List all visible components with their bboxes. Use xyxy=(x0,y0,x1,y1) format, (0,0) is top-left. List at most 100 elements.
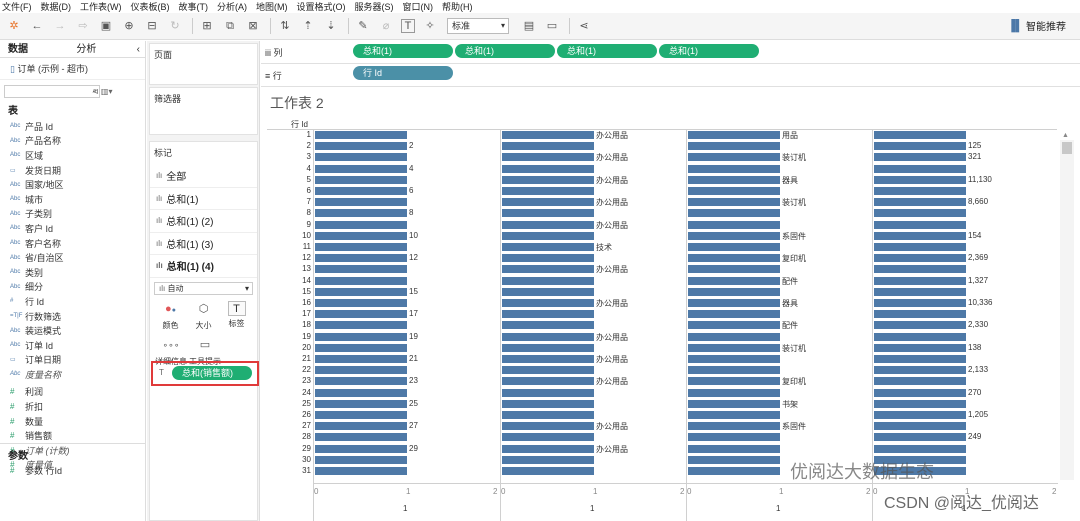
bar-mark[interactable] xyxy=(502,175,594,184)
bar-mark[interactable] xyxy=(315,164,407,173)
dimension-item[interactable]: Abc 客户 Id xyxy=(0,221,145,236)
bar-mark[interactable] xyxy=(688,187,780,195)
bar-mark[interactable] xyxy=(502,377,594,386)
bar-mark[interactable] xyxy=(874,332,966,341)
bar-mark[interactable] xyxy=(502,287,594,296)
menu-item[interactable]: 帮助(H) xyxy=(442,0,473,13)
bar-mark[interactable] xyxy=(315,131,407,139)
bar-mark[interactable] xyxy=(688,243,780,251)
bar-mark[interactable] xyxy=(315,187,407,195)
bar-mark[interactable] xyxy=(688,287,780,296)
dimension-item[interactable]: Abc 国家/地区 xyxy=(0,177,145,192)
fit-select[interactable]: 标准 xyxy=(447,18,509,34)
marks-layer-tab[interactable]: ılı 总和(1) xyxy=(150,188,257,210)
bar-mark[interactable] xyxy=(502,467,594,475)
bar-mark[interactable] xyxy=(502,220,594,229)
bar-mark[interactable] xyxy=(315,220,407,229)
bar-mark[interactable] xyxy=(502,299,594,307)
bar-mark[interactable] xyxy=(688,220,780,229)
highlight-icon[interactable]: ✎ xyxy=(355,18,371,34)
bar-mark[interactable] xyxy=(502,265,594,274)
bar-mark[interactable] xyxy=(315,366,407,375)
bar-mark[interactable] xyxy=(874,343,966,352)
measure-item[interactable]: # 利润 xyxy=(0,385,145,400)
dimension-item[interactable]: Abc 产品名称 xyxy=(0,134,145,149)
mark-pill[interactable]: 总和(销售额) xyxy=(172,366,252,380)
presentation-icon[interactable]: ▭ xyxy=(544,18,560,34)
vertical-scrollbar[interactable] xyxy=(1060,140,1074,480)
share-icon[interactable]: ⋖ xyxy=(576,18,592,34)
bar-mark[interactable] xyxy=(315,175,407,184)
bar-mark[interactable] xyxy=(502,422,594,431)
bar-mark[interactable] xyxy=(502,355,594,363)
bar-mark[interactable] xyxy=(874,276,966,285)
bar-mark[interactable] xyxy=(688,299,780,307)
bar-mark[interactable] xyxy=(874,299,966,307)
column-pill[interactable]: 总和(1) xyxy=(659,44,759,58)
measure-item[interactable]: # 销售额 xyxy=(0,428,145,443)
bar-mark[interactable] xyxy=(688,444,780,453)
bar-mark[interactable] xyxy=(874,131,966,139)
bar-mark[interactable] xyxy=(688,276,780,285)
filters-card[interactable]: 筛选器 xyxy=(149,87,258,135)
bar-mark[interactable] xyxy=(502,209,594,218)
bar-mark[interactable] xyxy=(874,411,966,419)
bar-mark[interactable] xyxy=(315,198,407,207)
mark-type-select[interactable]: ılı 自动 xyxy=(154,281,253,295)
bar-mark[interactable] xyxy=(315,422,407,431)
bar-mark[interactable] xyxy=(502,164,594,173)
bar-mark[interactable] xyxy=(874,254,966,263)
bar-mark[interactable] xyxy=(874,209,966,218)
bar-mark[interactable] xyxy=(688,153,780,162)
dimension-item[interactable]: Abc 细分 xyxy=(0,280,145,295)
bar-mark[interactable] xyxy=(874,377,966,386)
tab-data[interactable]: 数据 xyxy=(0,41,68,57)
bar-mark[interactable] xyxy=(315,433,407,442)
menu-item[interactable]: 数据(D) xyxy=(41,0,72,13)
bar-mark[interactable] xyxy=(874,355,966,363)
size-button[interactable]: ⬡ 大小 xyxy=(187,301,220,331)
bar-mark[interactable] xyxy=(874,198,966,207)
dimension-item[interactable]: # 行 Id xyxy=(0,294,145,309)
marks-layer-tab[interactable]: ılı 总和(1) (2) xyxy=(150,210,257,233)
menu-item[interactable]: 分析(A) xyxy=(217,0,247,13)
bar-mark[interactable] xyxy=(874,444,966,453)
bar-mark[interactable] xyxy=(874,399,966,408)
bar-mark[interactable] xyxy=(315,254,407,263)
bar-mark[interactable] xyxy=(502,444,594,453)
bar-mark[interactable] xyxy=(874,220,966,229)
swap-icon[interactable]: ⇅ xyxy=(277,18,293,34)
dimension-item[interactable]: Abc 装运模式 xyxy=(0,323,145,338)
bar-mark[interactable] xyxy=(874,153,966,162)
bar-mark[interactable] xyxy=(688,231,780,240)
sort-desc-icon[interactable]: ⇣ xyxy=(323,18,339,34)
search-input[interactable]: ⌕ xyxy=(4,85,100,98)
scroll-up-icon[interactable]: ▲ xyxy=(1062,132,1069,139)
bar-mark[interactable] xyxy=(315,444,407,453)
menu-item[interactable]: 服务器(S) xyxy=(355,0,394,13)
new-sheet-icon[interactable]: ⊞ xyxy=(199,18,215,34)
save-icon[interactable]: ▣ xyxy=(98,18,114,34)
bar-mark[interactable] xyxy=(315,276,407,285)
menu-item[interactable]: 故事(T) xyxy=(179,0,209,13)
bar-mark[interactable] xyxy=(315,321,407,330)
rows-shelf[interactable]: ≡ 行 行 Id xyxy=(261,64,1080,87)
bar-mark[interactable] xyxy=(502,254,594,263)
bar-mark[interactable] xyxy=(688,310,780,319)
bar-mark[interactable] xyxy=(874,243,966,251)
dimension-item[interactable]: Abc 区域 xyxy=(0,148,145,163)
param-item[interactable]: # 参数 行Id xyxy=(10,464,62,477)
color-button[interactable]: ●● 颜色 xyxy=(154,301,187,331)
menu-item[interactable]: 文件(F) xyxy=(2,0,32,13)
bar-mark[interactable] xyxy=(502,198,594,207)
bar-mark[interactable] xyxy=(874,366,966,375)
bar-mark[interactable] xyxy=(502,332,594,341)
bar-mark[interactable] xyxy=(315,310,407,319)
bar-mark[interactable] xyxy=(688,433,780,442)
bar-mark[interactable] xyxy=(502,321,594,330)
sort-asc-icon[interactable]: ⇡ xyxy=(300,18,316,34)
filter-sort-icon[interactable]: ⊲ ▥▾ xyxy=(92,87,113,96)
collapse-icon[interactable]: ‹ xyxy=(137,41,140,57)
dimension-item[interactable]: Abc 子类别 xyxy=(0,207,145,222)
bar-mark[interactable] xyxy=(688,175,780,184)
